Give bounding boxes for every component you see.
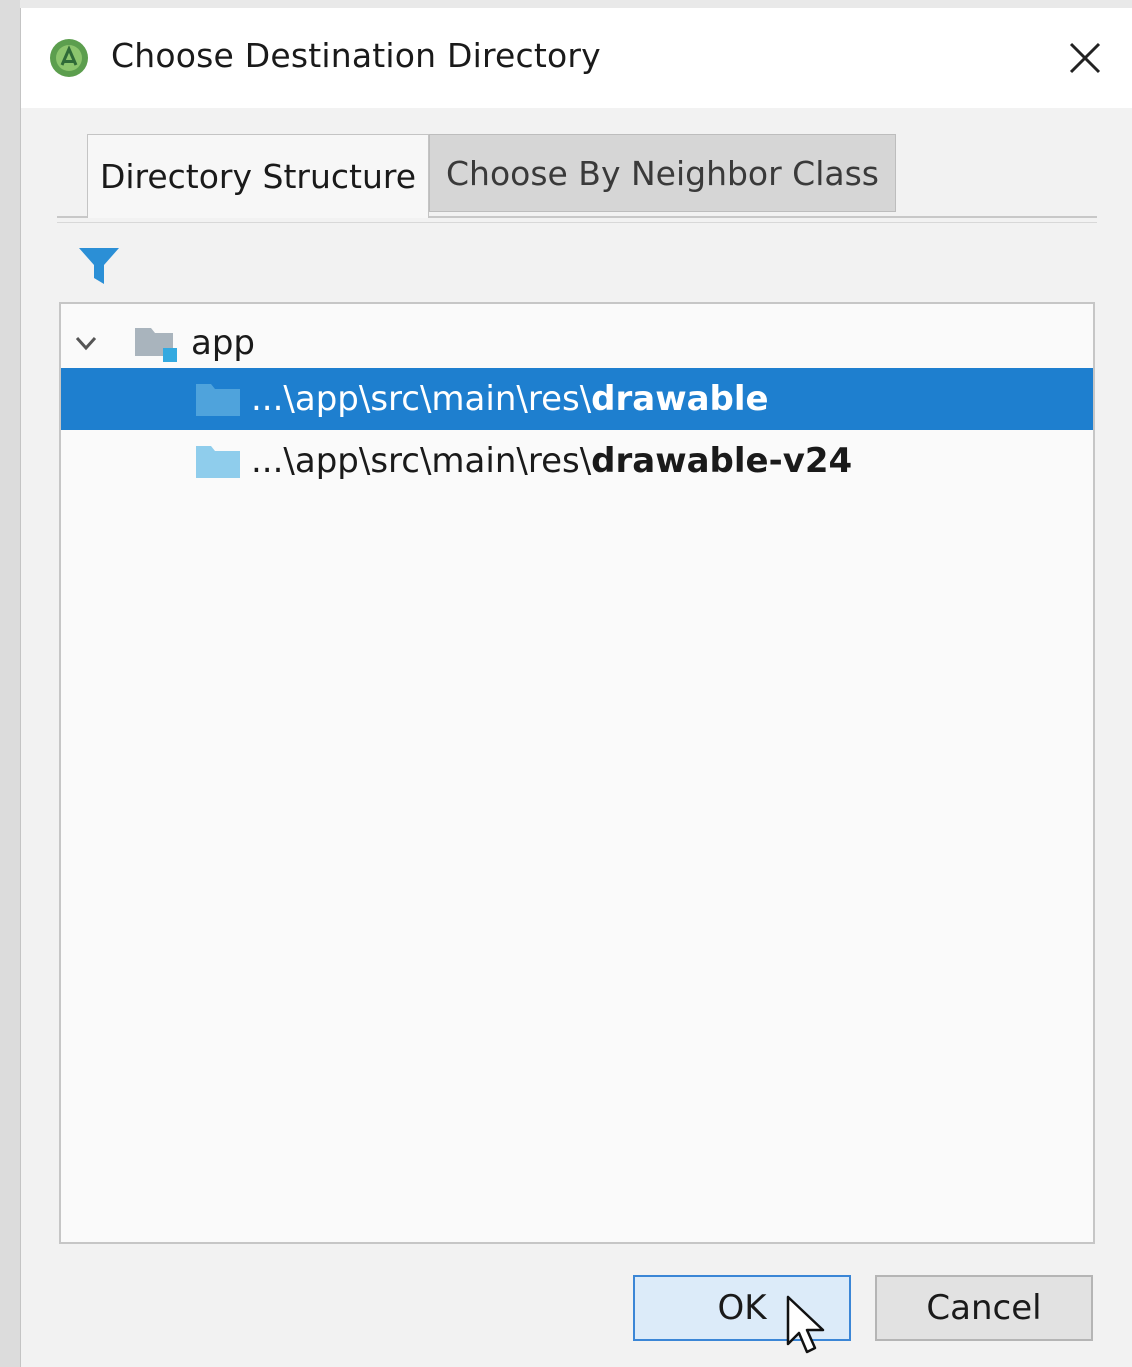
- path-name: drawable-v24: [591, 441, 853, 481]
- choose-destination-dialog: Choose Destination Directory Choose By N…: [20, 8, 1132, 1367]
- module-folder-icon: [135, 328, 177, 362]
- dialog-title: Choose Destination Directory: [111, 36, 601, 75]
- android-studio-icon: [50, 39, 88, 77]
- tree-node-path: ...\app\src\main\res\drawable: [251, 380, 769, 418]
- tab-bar: Choose By Neighbor Class Directory Struc…: [57, 134, 1097, 226]
- tab-divider-shadow: [57, 222, 1097, 223]
- dialog-titlebar: Choose Destination Directory: [21, 8, 1132, 108]
- mouse-pointer-icon: [786, 1295, 825, 1354]
- path-prefix: ...\app\src\main\res\: [251, 379, 592, 419]
- path-name: drawable: [591, 379, 769, 419]
- chevron-down-icon[interactable]: [73, 330, 99, 356]
- tree-node-path: ...\app\src\main\res\drawable-v24: [251, 442, 852, 480]
- background-window-edge: [0, 0, 20, 1367]
- filter-icon[interactable]: [77, 244, 121, 288]
- tree-node-drawable[interactable]: ...\app\src\main\res\drawable: [61, 368, 1093, 430]
- cancel-button[interactable]: Cancel: [875, 1275, 1093, 1341]
- folder-icon: [196, 384, 240, 416]
- tree-node-label: app: [191, 323, 255, 363]
- close-icon[interactable]: [1061, 34, 1109, 82]
- path-prefix: ...\app\src\main\res\: [251, 441, 592, 481]
- tab-choose-by-neighbor-class[interactable]: Choose By Neighbor Class: [429, 134, 896, 212]
- tab-directory-structure[interactable]: Directory Structure: [87, 134, 429, 218]
- tree-node-app[interactable]: app: [61, 312, 1093, 374]
- directory-tree: app ...\app\src\main\res\drawable ...\ap…: [59, 302, 1095, 1244]
- folder-icon: [196, 446, 240, 478]
- tree-node-drawable-v24[interactable]: ...\app\src\main\res\drawable-v24: [61, 430, 1093, 492]
